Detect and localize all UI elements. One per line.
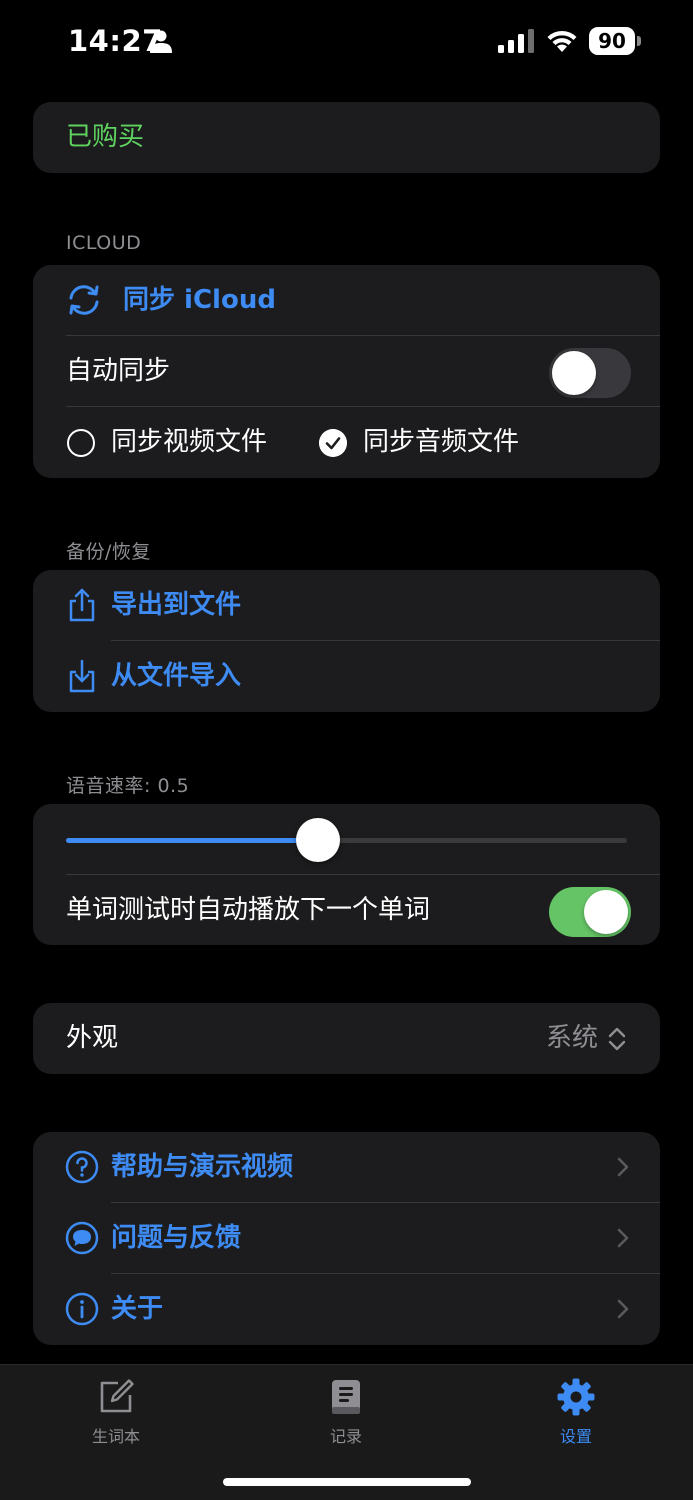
purchased-label: 已购买 <box>66 122 145 152</box>
sync-audio-checkmark-icon[interactable] <box>319 429 347 457</box>
chat-bubble-icon <box>65 1221 99 1255</box>
auto-sync-label: 自动同步 <box>66 356 171 386</box>
icloud-section-header: ICLOUD <box>66 232 142 254</box>
slider-thumb[interactable] <box>296 818 340 862</box>
export-to-file-button[interactable]: 导出到文件 <box>33 570 660 641</box>
square-pencil-icon <box>100 1379 134 1413</box>
status-time: 14:27 <box>68 24 163 58</box>
tab-label: 设置 <box>559 1427 592 1446</box>
help-video-label: 帮助与演示视频 <box>111 1152 294 1182</box>
chevron-right-icon <box>617 1228 629 1248</box>
gear-icon <box>557 1378 595 1416</box>
import-from-file-button[interactable]: 从文件导入 <box>33 641 660 712</box>
chevron-right-icon <box>617 1299 629 1319</box>
speech-rate-header: 语音速率: 0.5 <box>66 775 190 797</box>
about-label: 关于 <box>111 1294 164 1324</box>
auto-play-label: 单词测试时自动播放下一个单词 <box>66 895 431 925</box>
sync-audio-label[interactable]: 同步音频文件 <box>363 407 519 478</box>
auto-play-row: 单词测试时自动播放下一个单词 <box>33 875 660 945</box>
sync-video-radio[interactable] <box>67 429 95 457</box>
up-down-chevron-icon <box>608 1027 626 1051</box>
book-icon <box>332 1380 360 1414</box>
sync-video-label[interactable]: 同步视频文件 <box>111 407 267 478</box>
feedback-label: 问题与反馈 <box>111 1223 242 1253</box>
backup-section-header: 备份/恢复 <box>66 541 151 563</box>
info-circle-icon <box>65 1292 99 1326</box>
status-bar: 14:27 90 <box>0 0 693 82</box>
help-card: 帮助与演示视频 问题与反馈 关于 <box>33 1132 660 1345</box>
tab-settings[interactable]: 设置 <box>496 1365 656 1455</box>
share-upload-icon <box>69 588 95 622</box>
speech-rate-slider[interactable] <box>66 838 627 843</box>
tab-records[interactable]: 记录 <box>266 1365 426 1455</box>
tab-vocabulary[interactable]: 生词本 <box>36 1365 196 1455</box>
sync-icloud-label: 同步 iCloud <box>123 285 276 315</box>
feedback-row[interactable]: 问题与反馈 <box>33 1203 660 1274</box>
purchased-row[interactable]: 已购买 <box>33 102 660 173</box>
auto-sync-row: 自动同步 <box>33 336 660 407</box>
appearance-card: 外观 系统 <box>33 1003 660 1074</box>
auto-sync-toggle[interactable] <box>549 348 631 398</box>
appearance-value[interactable]: 系统 <box>546 1003 598 1074</box>
cellular-signal-icon <box>498 29 534 53</box>
help-video-row[interactable]: 帮助与演示视频 <box>33 1132 660 1203</box>
battery-indicator: 90 <box>589 27 641 55</box>
home-indicator <box>223 1478 471 1486</box>
export-label: 导出到文件 <box>111 590 242 620</box>
sync-arrows-icon <box>69 285 99 315</box>
purchase-card: 已购买 <box>33 102 660 173</box>
appearance-label: 外观 <box>66 1023 119 1053</box>
speech-card: 单词测试时自动播放下一个单词 <box>33 804 660 945</box>
download-tray-icon <box>69 659 95 693</box>
battery-level: 90 <box>598 29 626 53</box>
chevron-right-icon <box>617 1157 629 1177</box>
about-row[interactable]: 关于 <box>33 1274 660 1345</box>
tab-label: 生词本 <box>91 1427 140 1446</box>
icloud-card: 同步 iCloud 自动同步 同步视频文件 同步音频文件 <box>33 265 660 478</box>
wifi-icon <box>547 30 577 52</box>
backup-card: 导出到文件 从文件导入 <box>33 570 660 712</box>
sync-icloud-button[interactable]: 同步 iCloud <box>33 265 660 336</box>
question-circle-icon <box>65 1150 99 1184</box>
tab-label: 记录 <box>329 1427 362 1446</box>
speech-rate-row <box>33 804 660 875</box>
slider-fill <box>66 838 318 843</box>
import-label: 从文件导入 <box>111 661 242 691</box>
appearance-row[interactable]: 外观 系统 <box>33 1003 660 1074</box>
sync-options-row: 同步视频文件 同步音频文件 <box>33 407 660 478</box>
auto-play-toggle[interactable] <box>549 887 631 937</box>
person-icon <box>150 30 172 53</box>
